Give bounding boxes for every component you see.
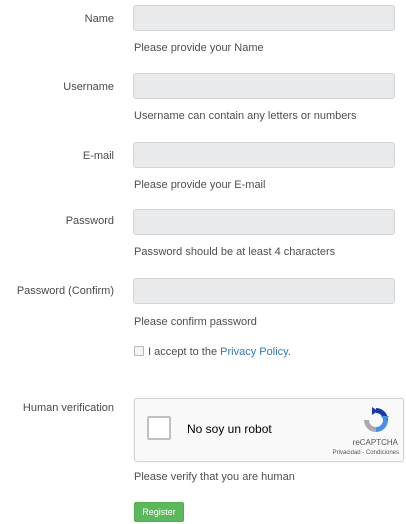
registration-form: Name Please provide your Name Username U… (0, 0, 406, 524)
username-label: Username (63, 81, 114, 93)
password-input[interactable] (133, 209, 395, 235)
name-input[interactable] (133, 5, 395, 31)
recaptcha-checkbox[interactable] (147, 416, 171, 440)
privacy-agree-text: I accept to the (148, 346, 218, 358)
register-button[interactable]: Register (134, 502, 184, 522)
name-help: Please provide your Name (134, 42, 264, 54)
recaptcha-widget: No soy un robot reCAPTCHA Privacidad - C… (134, 398, 404, 462)
email-input[interactable] (133, 142, 395, 168)
name-label: Name (84, 13, 114, 25)
password-label: Password (65, 215, 114, 227)
password-confirm-label: Password (Confirm) (16, 285, 114, 297)
privacy-agree-checkbox[interactable] (134, 346, 144, 356)
privacy-policy-link[interactable]: Privacy Policy (220, 346, 288, 358)
recaptcha-label: No soy un robot (187, 422, 272, 436)
privacy-agree-suffix: . (287, 346, 291, 358)
recaptcha-brand: reCAPTCHA (352, 438, 398, 447)
password-confirm-input[interactable] (133, 278, 395, 304)
privacy-agree-row: I accept to the Privacy Policy. (134, 346, 291, 358)
password-confirm-help: Please confirm password (134, 316, 257, 328)
human-verification-label: Human verification (22, 402, 114, 414)
username-input[interactable] (133, 73, 395, 99)
username-help: Username can contain any letters or numb… (134, 110, 357, 122)
recaptcha-logo-icon (364, 407, 389, 432)
password-help: Password should be at least 4 characters (134, 246, 336, 258)
email-help: Please provide your E-mail (134, 179, 266, 191)
email-label: E-mail (82, 150, 114, 162)
human-verification-help: Please verify that you are human (134, 471, 295, 483)
recaptcha-terms-links[interactable]: Privacidad - Condiciones (333, 450, 399, 456)
